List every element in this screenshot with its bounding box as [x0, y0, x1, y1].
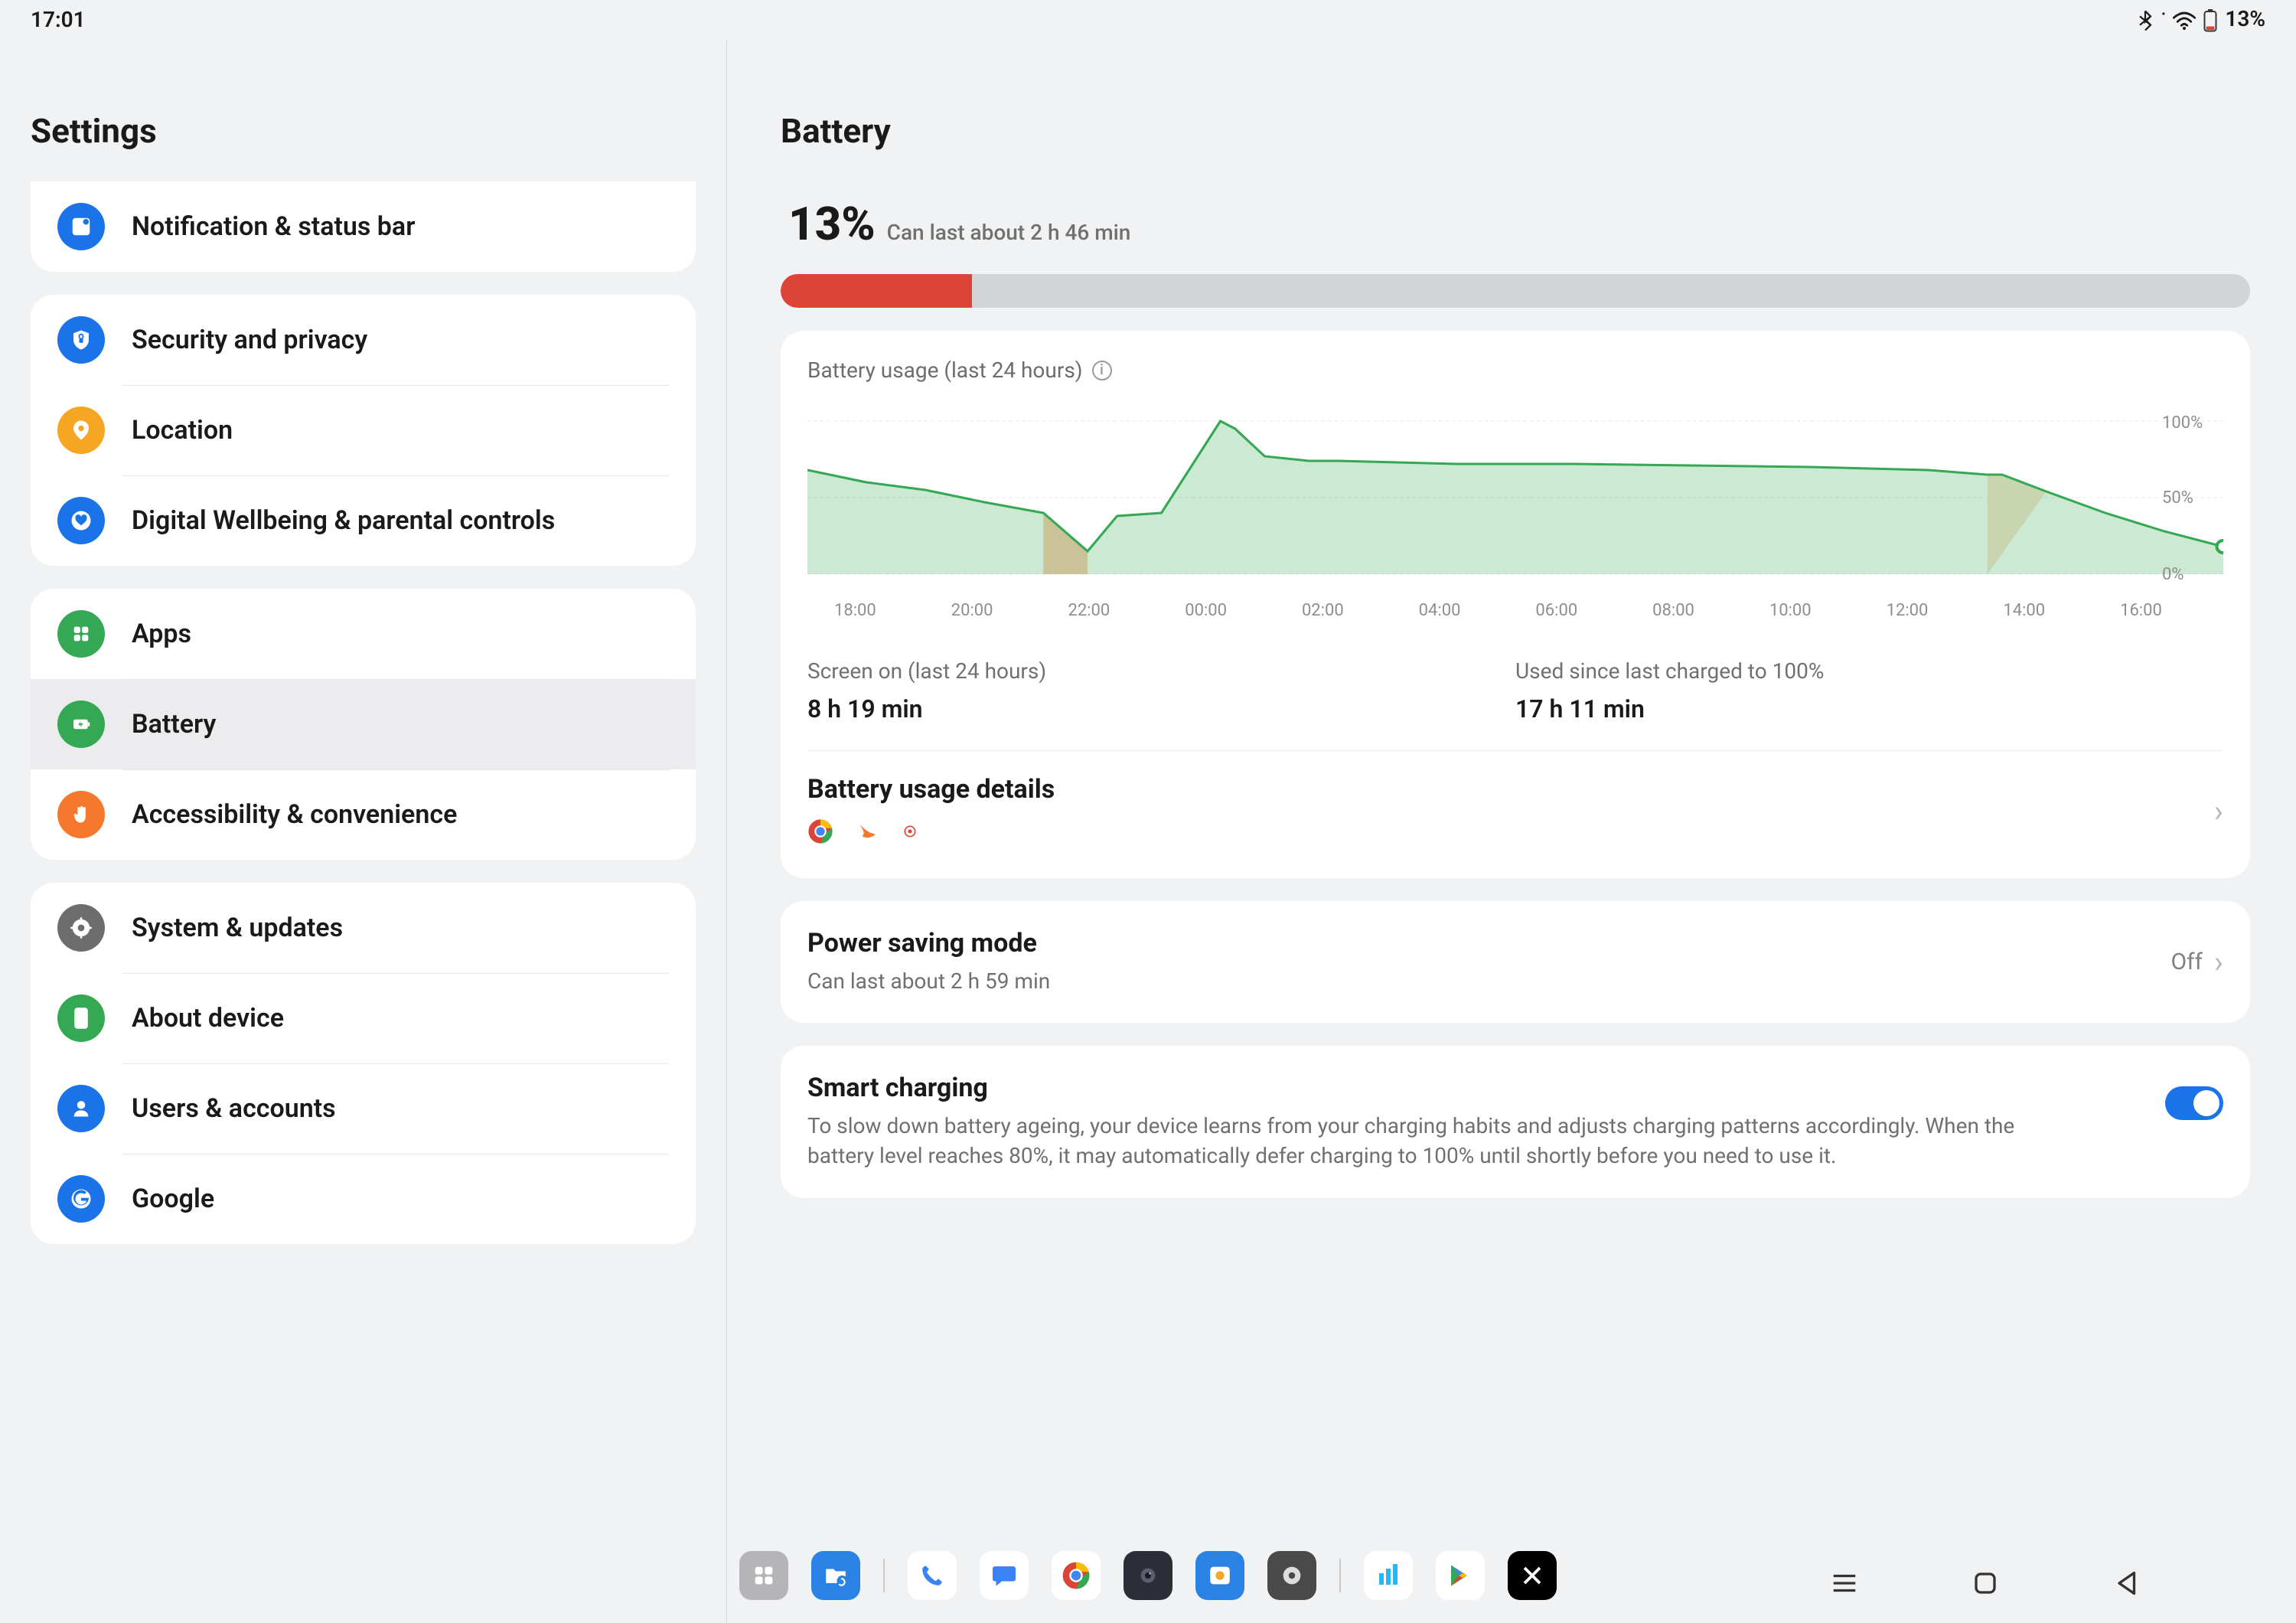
power-saving-state: Off › — [2170, 944, 2223, 980]
bluetooth-icon — [2137, 6, 2154, 31]
nav-back[interactable] — [2109, 1566, 2143, 1600]
page-title: Battery — [781, 38, 2250, 181]
nav-buttons — [1828, 1566, 2143, 1600]
sidebar-item-label: Apps — [132, 619, 191, 650]
battery-subtitle: Can last about 2 h 46 min — [887, 220, 1131, 245]
status-bar: 17:01 • 13% — [0, 0, 2296, 38]
smart-charging-desc: To slow down battery ageing, your device… — [807, 1111, 2032, 1171]
sidebar-item-accessibility[interactable]: Accessibility & convenience — [31, 769, 696, 860]
taskbar-separator — [1339, 1559, 1341, 1592]
battery-usage-card: Battery usage (last 24 hours) i — [781, 331, 2250, 878]
antutu-app-icon[interactable] — [1364, 1551, 1413, 1600]
app-icons — [807, 818, 1055, 847]
settings-app-icon[interactable] — [1267, 1551, 1316, 1600]
battery-header: 13% Can last about 2 h 46 min — [781, 181, 2250, 274]
gear-icon — [57, 904, 105, 952]
battery-level-fill — [781, 274, 972, 308]
sidebar-item-apps[interactable]: Apps — [31, 589, 696, 679]
chrome-app-icon[interactable] — [1052, 1551, 1101, 1600]
status-icons: • 13% — [2137, 6, 2265, 32]
x-app-icon[interactable] — [1508, 1551, 1557, 1600]
sidebar-item-label: Battery — [132, 709, 216, 740]
messages-app-icon[interactable] — [980, 1551, 1029, 1600]
battery-usage-details-title: Battery usage details — [807, 774, 1055, 805]
app-dot-icon — [902, 824, 918, 842]
taskbar — [724, 1543, 1572, 1608]
chart-x-labels: 18:00 20:00 22:00 00:00 02:00 04:00 06:0… — [807, 589, 2223, 620]
smart-charging-row[interactable]: Smart charging To slow down battery agei… — [781, 1046, 2250, 1197]
sidebar-item-label: Location — [132, 415, 233, 446]
settings-sidebar: Settings Notification & status bar Secur… — [0, 38, 727, 1623]
chevron-right-icon: › — [2214, 793, 2223, 829]
google-icon — [57, 1175, 105, 1223]
sidebar-item-battery[interactable]: Battery — [31, 679, 696, 769]
power-saving-title: Power saving mode — [807, 928, 1050, 958]
sidebar-group-1: Notification & status bar — [31, 181, 696, 272]
sidebar-item-label: Notification & status bar — [132, 211, 415, 243]
sidebar-item-notification-status-bar[interactable]: Notification & status bar — [31, 181, 696, 272]
sidebar-item-label: Security and privacy — [132, 325, 367, 356]
power-saving-row[interactable]: Power saving mode Can last about 2 h 59 … — [781, 901, 2250, 1023]
heart-icon — [57, 497, 105, 544]
wifi-icon — [2173, 6, 2196, 31]
app-drawer-icon[interactable] — [739, 1551, 788, 1600]
phone-app-icon[interactable] — [908, 1551, 957, 1600]
status-time: 17:01 — [31, 7, 86, 32]
battery-usage-details-row[interactable]: Battery usage details — [807, 751, 2223, 870]
usage-stats: Screen on (last 24 hours) 8 h 19 min Use… — [807, 658, 2223, 751]
battery-icon — [2203, 6, 2217, 32]
grid-icon — [57, 610, 105, 658]
taskbar-separator — [883, 1559, 885, 1592]
battery-detail-pane: Battery 13% Can last about 2 h 46 min Ba… — [727, 38, 2296, 1623]
sidebar-item-location[interactable]: Location — [31, 385, 696, 475]
used-since-stat: Used since last charged to 100% 17 h 11 … — [1515, 658, 2223, 723]
sidebar-item-system-updates[interactable]: System & updates — [31, 883, 696, 973]
play-store-icon[interactable] — [1436, 1551, 1485, 1600]
smart-charging-title: Smart charging — [807, 1073, 2032, 1103]
files-icon[interactable] — [811, 1551, 860, 1600]
gallery-app-icon[interactable] — [1195, 1551, 1244, 1600]
camera-app-icon[interactable] — [1124, 1551, 1172, 1600]
swift-icon — [856, 820, 879, 846]
sidebar-group-4: System & updates About device Users & ac… — [31, 883, 696, 1244]
sidebar-item-google[interactable]: Google — [31, 1154, 696, 1244]
status-battery-text: 13% — [2225, 6, 2265, 31]
chart-y-labels: 100% 50% 0% — [2162, 406, 2223, 589]
battery-charge-icon — [57, 700, 105, 748]
sidebar-item-users-accounts[interactable]: Users & accounts — [31, 1063, 696, 1154]
battery-usage-chart[interactable]: 100% 50% 0% — [807, 406, 2223, 589]
sidebar-item-security-privacy[interactable]: Security and privacy — [31, 295, 696, 385]
info-icon[interactable]: i — [1092, 361, 1112, 380]
smart-charging-toggle[interactable] — [2165, 1086, 2223, 1120]
sidebar-group-3: Apps Battery Accessibility & convenience — [31, 589, 696, 860]
sidebar-item-label: System & updates — [132, 913, 343, 944]
phone-icon — [57, 994, 105, 1042]
screen-on-stat: Screen on (last 24 hours) 8 h 19 min — [807, 658, 1515, 723]
nav-home[interactable] — [1968, 1566, 2002, 1600]
sidebar-item-about-device[interactable]: About device — [31, 973, 696, 1063]
sidebar-group-2: Security and privacy Location Digital We… — [31, 295, 696, 566]
sidebar-item-digital-wellbeing[interactable]: Digital Wellbeing & parental controls — [31, 475, 696, 566]
battery-level-bar — [781, 274, 2250, 308]
chrome-icon — [807, 818, 833, 847]
power-saving-subtitle: Can last about 2 h 59 min — [807, 966, 1050, 996]
nav-recent[interactable] — [1828, 1566, 1861, 1600]
usage-title: Battery usage (last 24 hours) — [807, 358, 1083, 383]
sidebar-item-label: Google — [132, 1184, 214, 1215]
settings-title: Settings — [31, 38, 696, 181]
hand-icon — [57, 791, 105, 838]
sidebar-item-label: About device — [132, 1003, 284, 1034]
shield-icon — [57, 316, 105, 364]
battery-percent: 13% — [788, 197, 876, 251]
sidebar-item-label: Digital Wellbeing & parental controls — [132, 505, 555, 537]
chevron-right-icon: › — [2214, 944, 2223, 980]
sidebar-item-label: Users & accounts — [132, 1093, 336, 1125]
notification-icon — [57, 203, 105, 250]
user-icon — [57, 1085, 105, 1132]
sidebar-item-label: Accessibility & convenience — [132, 799, 457, 831]
pin-icon — [57, 407, 105, 454]
